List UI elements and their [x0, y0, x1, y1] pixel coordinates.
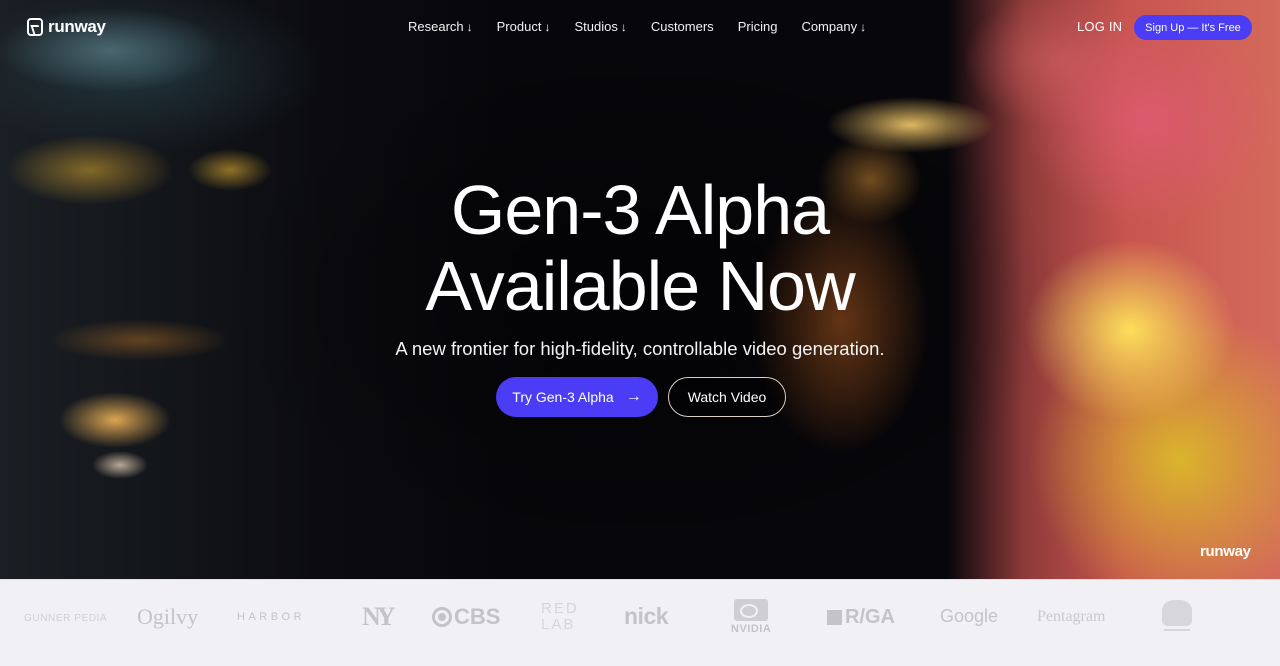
- rga-wordmark: R/GA: [845, 606, 895, 628]
- client-logo-crest: [1161, 600, 1193, 632]
- nav-item-studios[interactable]: Studios ↓: [574, 19, 626, 34]
- arrow-right-icon: →: [625, 388, 642, 405]
- nav-item-label: Customers: [650, 19, 714, 34]
- login-link[interactable]: LOG IN: [1077, 19, 1122, 34]
- arrow-down-icon: ↓: [466, 19, 473, 34]
- hero-subheadline: A new frontier for high-fidelity, contro…: [395, 338, 885, 359]
- arrow-down-icon: ↓: [860, 19, 867, 34]
- nav-item-label: Company: [801, 19, 858, 34]
- try-gen3-label: Try Gen-3 Alpha: [512, 389, 614, 405]
- redlab-line-1: RED: [541, 600, 579, 617]
- nav-item-customers[interactable]: Customers: [651, 19, 714, 34]
- runway-logo-icon: [27, 18, 43, 36]
- client-logo-yankees: NY: [362, 602, 396, 631]
- arrow-down-icon: ↓: [620, 19, 627, 34]
- headline-line-1: Gen-3 Alpha: [450, 171, 830, 249]
- hero-headline: Gen-3 Alpha Available Now: [0, 172, 1280, 324]
- headline-line-2: Available Now: [425, 247, 855, 325]
- nav-links: Research ↓ Product ↓ Studios ↓ Customers…: [408, 19, 890, 34]
- hero-section: runway Research ↓ Product ↓ Studios ↓ Cu…: [0, 0, 1280, 579]
- hero-cta-group: Try Gen-3 Alpha → Watch Video: [496, 377, 786, 417]
- client-logo-nvidia: NVIDIA: [731, 599, 771, 635]
- signup-button[interactable]: Sign Up — It's Free: [1134, 15, 1252, 40]
- rga-square-icon: [827, 610, 842, 625]
- redlab-line-2: LAB: [541, 616, 576, 633]
- client-logos-strip: GUNNER PEDIA Ogilvy HARBOR NY CBS RED LA…: [0, 579, 1280, 666]
- brand-logo[interactable]: runway: [27, 17, 106, 37]
- nav-item-product[interactable]: Product ↓: [497, 19, 551, 34]
- nvidia-eye-icon: [734, 599, 769, 621]
- nav-item-label: Pricing: [737, 19, 778, 34]
- client-logo-gunnerpedia: GUNNER PEDIA: [24, 613, 108, 624]
- top-navigation: runway Research ↓ Product ↓ Studios ↓ Cu…: [0, 0, 1280, 56]
- client-logo-nick: nick: [624, 603, 669, 629]
- nav-item-label: Research: [408, 19, 464, 34]
- nav-item-research[interactable]: Research ↓: [408, 19, 473, 34]
- crest-icon: [1162, 600, 1192, 626]
- client-logo-harbor: HARBOR: [237, 611, 306, 623]
- nav-item-label: Studios: [574, 19, 618, 34]
- crest-caption-line: [1164, 629, 1190, 631]
- nav-item-label: Product: [496, 19, 542, 34]
- cbs-eye-icon: [432, 607, 452, 627]
- client-logo-redlab: RED LAB: [541, 601, 579, 633]
- client-logo-google: Google: [940, 606, 999, 626]
- client-logo-rga: R/GA: [827, 606, 895, 629]
- nav-item-pricing[interactable]: Pricing: [738, 19, 778, 34]
- client-logo-pentagram: Pentagram: [1037, 608, 1106, 625]
- brand-name: runway: [48, 17, 106, 36]
- nav-item-company[interactable]: Company ↓: [801, 19, 866, 34]
- try-gen3-button[interactable]: Try Gen-3 Alpha →: [496, 377, 658, 417]
- runway-watermark: runway: [1200, 543, 1251, 560]
- client-logo-cbs: CBS: [432, 604, 500, 630]
- nvidia-wordmark: NVIDIA: [731, 623, 772, 635]
- cbs-wordmark: CBS: [454, 604, 501, 629]
- client-logo-ogilvy: Ogilvy: [137, 604, 199, 629]
- watch-video-button[interactable]: Watch Video: [668, 377, 786, 417]
- arrow-down-icon: ↓: [544, 19, 551, 34]
